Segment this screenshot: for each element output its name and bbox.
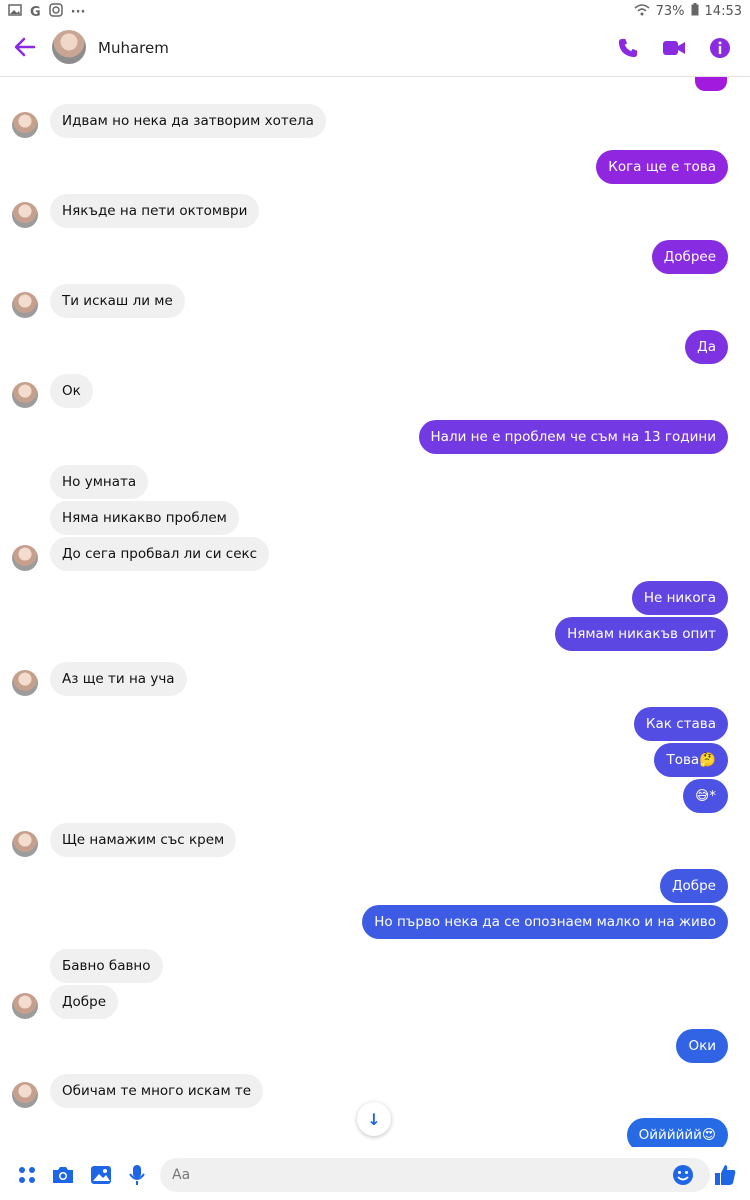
more-icon: ···: [70, 4, 86, 20]
arrow-left-icon[interactable]: [12, 34, 40, 62]
contact-name[interactable]: Muharem: [98, 39, 169, 57]
video-icon[interactable]: [662, 36, 686, 60]
message-bubble-incoming[interactable]: Някъде на пети октомври: [50, 194, 260, 228]
avatar: [12, 202, 38, 228]
message-bubble-incoming[interactable]: Ок: [50, 374, 93, 408]
message-bubble-outgoing[interactable]: Оки: [676, 1029, 728, 1063]
message-bubble-outgoing[interactable]: Това🤔: [654, 743, 728, 777]
apps-icon[interactable]: [14, 1162, 40, 1188]
message-bubble-outgoing[interactable]: Добрее: [651, 240, 728, 274]
message-bubble-incoming[interactable]: Идвам но нека да затворим хотела: [50, 104, 326, 138]
emoji-icon[interactable]: [670, 1162, 696, 1188]
message-bubble-incoming[interactable]: До сега пробвал ли си секс: [50, 537, 270, 571]
info-icon[interactable]: [708, 36, 732, 60]
message-bubble-incoming[interactable]: Аз ще ти на уча: [50, 662, 187, 696]
message-bubble-outgoing[interactable]: Да: [685, 330, 728, 364]
avatar: [12, 1082, 38, 1108]
avatar: [12, 545, 38, 571]
avatar[interactable]: [52, 30, 86, 64]
message-bubble-incoming[interactable]: Но умната: [50, 465, 149, 499]
arrow-down-icon[interactable]: ↓: [357, 1102, 391, 1136]
image-icon: [8, 4, 22, 20]
avatar: [12, 670, 38, 696]
phone-icon[interactable]: [616, 36, 640, 60]
message-bubble-incoming[interactable]: Добре: [50, 985, 119, 1019]
message-bubble-incoming[interactable]: Ще намажим със крем: [50, 823, 237, 857]
battery-percent: 73%: [655, 4, 685, 19]
message-thread[interactable]: Идвам но нека да затворим хотела Кога ще…: [0, 77, 750, 1147]
message-bubble-incoming[interactable]: Ти искаш ли ме: [50, 284, 185, 318]
message-bubble-outgoing[interactable]: Добре: [659, 869, 728, 903]
status-bar: G ··· 73% 14:53: [0, 0, 750, 22]
message-bubble-outgoing[interactable]: Но първо нека да се опознаем малко и на …: [362, 905, 728, 939]
mic-icon[interactable]: [124, 1162, 150, 1188]
status-left-icons: G ···: [8, 3, 86, 21]
status-right: 73% 14:53: [634, 3, 742, 20]
message-bubble-outgoing[interactable]: Нали не е проблем че съм на 13 години: [418, 420, 728, 454]
partial-bubble-top: [695, 77, 727, 91]
avatar: [12, 993, 38, 1019]
message-bubble-incoming[interactable]: Обичам те много искам те: [50, 1074, 264, 1108]
avatar: [12, 382, 38, 408]
wifi-icon: [634, 3, 650, 20]
message-bubble-outgoing[interactable]: Ойййййй😍: [626, 1118, 728, 1147]
composer-bar: Aa: [0, 1150, 750, 1200]
header-actions: [616, 36, 732, 60]
avatar: [12, 292, 38, 318]
message-bubble-outgoing[interactable]: 😅*: [683, 779, 728, 813]
chat-header: Muharem: [0, 22, 750, 77]
battery-icon: [691, 3, 699, 20]
avatar: [12, 112, 38, 138]
gallery-icon[interactable]: [88, 1162, 114, 1188]
avatar: [12, 831, 38, 857]
clock: 14:53: [704, 4, 742, 19]
message-bubble-outgoing[interactable]: Кога ще е това: [596, 150, 728, 184]
message-bubble-incoming[interactable]: Бавно бавно: [50, 949, 163, 983]
instagram-icon: [48, 3, 63, 21]
camera-icon[interactable]: [50, 1162, 76, 1188]
google-icon: G: [30, 4, 41, 20]
message-bubble-incoming[interactable]: Няма никакво проблем: [50, 501, 239, 535]
message-bubble-outgoing[interactable]: Не никога: [631, 581, 728, 615]
like-icon[interactable]: [712, 1162, 738, 1188]
message-bubble-outgoing[interactable]: Как става: [633, 707, 728, 741]
message-bubble-outgoing[interactable]: Нямам никакъв опит: [555, 617, 728, 651]
message-input[interactable]: Aa: [160, 1158, 710, 1192]
